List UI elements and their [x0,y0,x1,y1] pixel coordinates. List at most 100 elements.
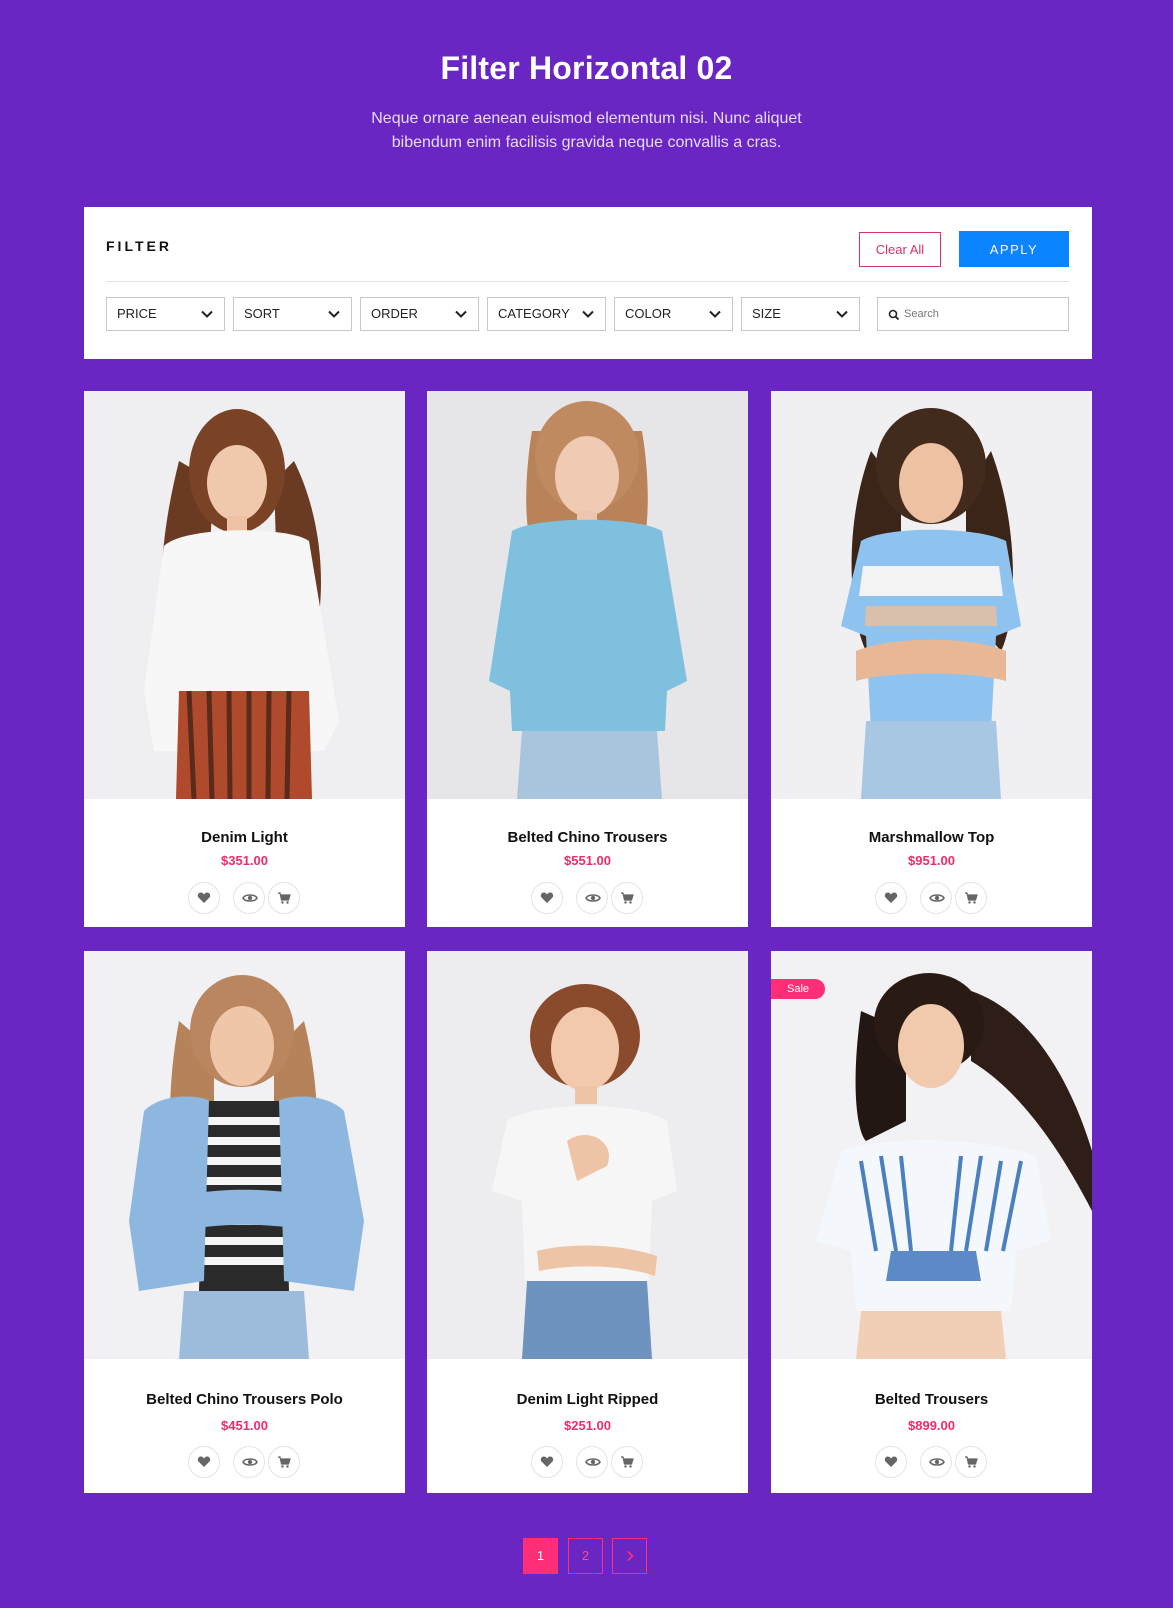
eye-icon [929,894,945,902]
product-card[interactable]: Belted Chino Trousers $551.00 [427,391,748,927]
heart-icon [197,1456,211,1467]
add-to-cart-button[interactable] [955,1446,987,1478]
quick-view-button[interactable] [920,1446,952,1478]
filter-title: FILTER [106,238,172,254]
eye-icon [585,1458,601,1466]
order-select[interactable]: ORDER [360,297,479,331]
product-image[interactable] [84,951,405,1359]
cart-icon [621,1456,634,1468]
cart-icon [965,892,978,904]
add-to-cart-button[interactable] [955,882,987,914]
product-card[interactable]: Marshmallow Top $951.00 [771,391,1092,927]
model-photo [427,391,748,799]
divider [106,281,1069,282]
clear-all-button[interactable]: Clear All [859,232,941,267]
cart-icon [965,1456,978,1468]
page-subtitle: Neque ornare aenean euismod elementum ni… [371,110,802,151]
heart-icon [540,1456,554,1467]
product-name[interactable]: Belted Trousers [771,1391,1092,1408]
sort-select[interactable]: SORT [233,297,352,331]
product-image[interactable]: Sale [771,951,1092,1359]
next-page-button[interactable] [612,1538,647,1574]
select-label: SORT [244,306,280,321]
model-photo [427,951,748,1359]
product-price: $451.00 [221,1418,268,1433]
product-image[interactable] [84,391,405,799]
product-price: $899.00 [908,1418,955,1433]
eye-icon [585,894,601,902]
product-name[interactable]: Denim Light Ripped [427,1391,748,1408]
eye-icon [242,1458,258,1466]
cart-icon [621,892,634,904]
search-input[interactable] [904,298,1064,330]
model-photo [771,951,1092,1359]
search-icon [888,309,900,321]
chevron-down-icon [328,310,340,318]
product-image[interactable] [771,391,1092,799]
product-name[interactable]: Denim Light [84,829,405,846]
product-card[interactable]: Denim Light $351.00 [84,391,405,927]
cart-icon [278,1456,291,1468]
heart-icon [540,892,554,903]
wishlist-button[interactable] [875,1446,907,1478]
product-actions [771,1446,1092,1478]
product-card[interactable]: Denim Light Ripped $251.00 [427,951,748,1493]
select-label: PRICE [117,306,157,321]
quick-view-button[interactable] [233,1446,265,1478]
page-header: Filter Horizontal 02 Neque ornare aenean… [0,50,1173,155]
heart-icon [884,892,898,903]
add-to-cart-button[interactable] [268,1446,300,1478]
product-name[interactable]: Marshmallow Top [771,829,1092,846]
product-actions [427,1446,748,1478]
product-image[interactable] [427,951,748,1359]
add-to-cart-button[interactable] [611,1446,643,1478]
quick-view-button[interactable] [576,1446,608,1478]
model-photo [771,391,1092,799]
wishlist-button[interactable] [875,882,907,914]
wishlist-button[interactable] [188,882,220,914]
sale-badge: Sale [771,979,825,999]
wishlist-button[interactable] [531,1446,563,1478]
chevron-down-icon [455,310,467,318]
eye-icon [242,894,258,902]
price-select[interactable]: PRICE [106,297,225,331]
heart-icon [197,892,211,903]
color-select[interactable]: COLOR [614,297,733,331]
product-actions [84,1446,405,1478]
quick-view-button[interactable] [576,882,608,914]
add-to-cart-button[interactable] [611,882,643,914]
page-2-button[interactable]: 2 [568,1538,603,1574]
product-price: $251.00 [564,1418,611,1433]
category-select[interactable]: CATEGORY [487,297,606,331]
product-name[interactable]: Belted Chino Trousers [427,829,748,846]
search-box [877,297,1069,331]
size-select[interactable]: SIZE [741,297,860,331]
product-actions [427,882,748,914]
product-card[interactable]: Belted Chino Trousers Polo $451.00 [84,951,405,1493]
select-label: CATEGORY [498,306,570,321]
product-price: $351.00 [221,853,268,868]
heart-icon [884,1456,898,1467]
product-card[interactable]: Sale Belted Trousers $899.00 [771,951,1092,1493]
select-label: COLOR [625,306,672,321]
chevron-down-icon [582,310,594,318]
eye-icon [929,1458,945,1466]
page-1-button[interactable]: 1 [523,1538,558,1574]
product-actions [84,882,405,914]
apply-button[interactable]: APPLY [959,231,1069,267]
quick-view-button[interactable] [233,882,265,914]
product-image[interactable] [427,391,748,799]
pagination: 1 2 [0,1538,1173,1574]
model-photo [84,391,405,799]
chevron-down-icon [836,310,848,318]
page-title: Filter Horizontal 02 [440,50,733,86]
product-price: $951.00 [908,853,955,868]
product-name[interactable]: Belted Chino Trousers Polo [84,1391,405,1408]
add-to-cart-button[interactable] [268,882,300,914]
select-label: ORDER [371,306,418,321]
chevron-down-icon [709,310,721,318]
wishlist-button[interactable] [188,1446,220,1478]
filter-panel: FILTER Clear All APPLY PRICE SORT ORDER … [84,207,1092,359]
wishlist-button[interactable] [531,882,563,914]
quick-view-button[interactable] [920,882,952,914]
